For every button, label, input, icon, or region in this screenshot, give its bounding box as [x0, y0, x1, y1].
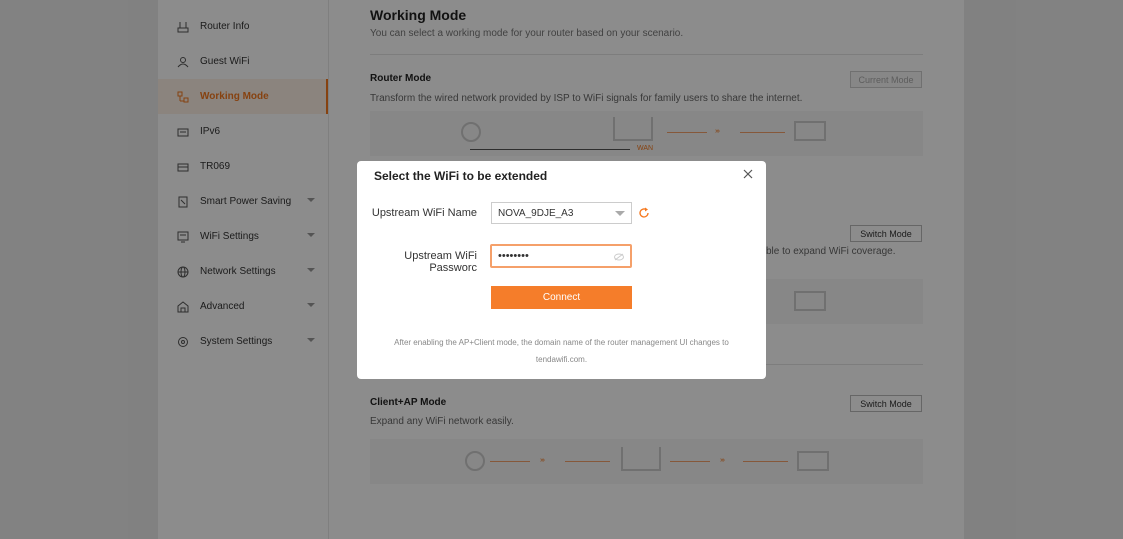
dialog-title: Select the WiFi to be extended — [374, 169, 548, 183]
note-line-1: After enabling the AP+Client mode, the d… — [394, 338, 729, 347]
eye-icon[interactable] — [614, 252, 624, 261]
upstream-wifi-password-input[interactable]: •••••••• — [490, 244, 632, 268]
selected-ssid: NOVA_9DJE_A3 — [498, 207, 574, 219]
dialog-note: After enabling the AP+Client mode, the d… — [369, 334, 754, 368]
refresh-icon[interactable] — [638, 207, 650, 219]
upstream-wifi-name-select[interactable]: NOVA_9DJE_A3 — [491, 202, 632, 224]
password-value: •••••••• — [498, 250, 529, 262]
connect-button[interactable]: Connect — [491, 286, 632, 309]
note-line-2: tendawifi.com. — [535, 355, 588, 364]
chevron-down-icon — [615, 211, 625, 216]
close-icon[interactable] — [742, 168, 754, 180]
upstream-wifi-name-label: Upstream WiFi Name — [371, 207, 477, 219]
upstream-wifi-password-label: Upstream WiFi Passworc — [404, 250, 477, 274]
select-wifi-dialog: Select the WiFi to be extended Upstream … — [357, 161, 766, 379]
